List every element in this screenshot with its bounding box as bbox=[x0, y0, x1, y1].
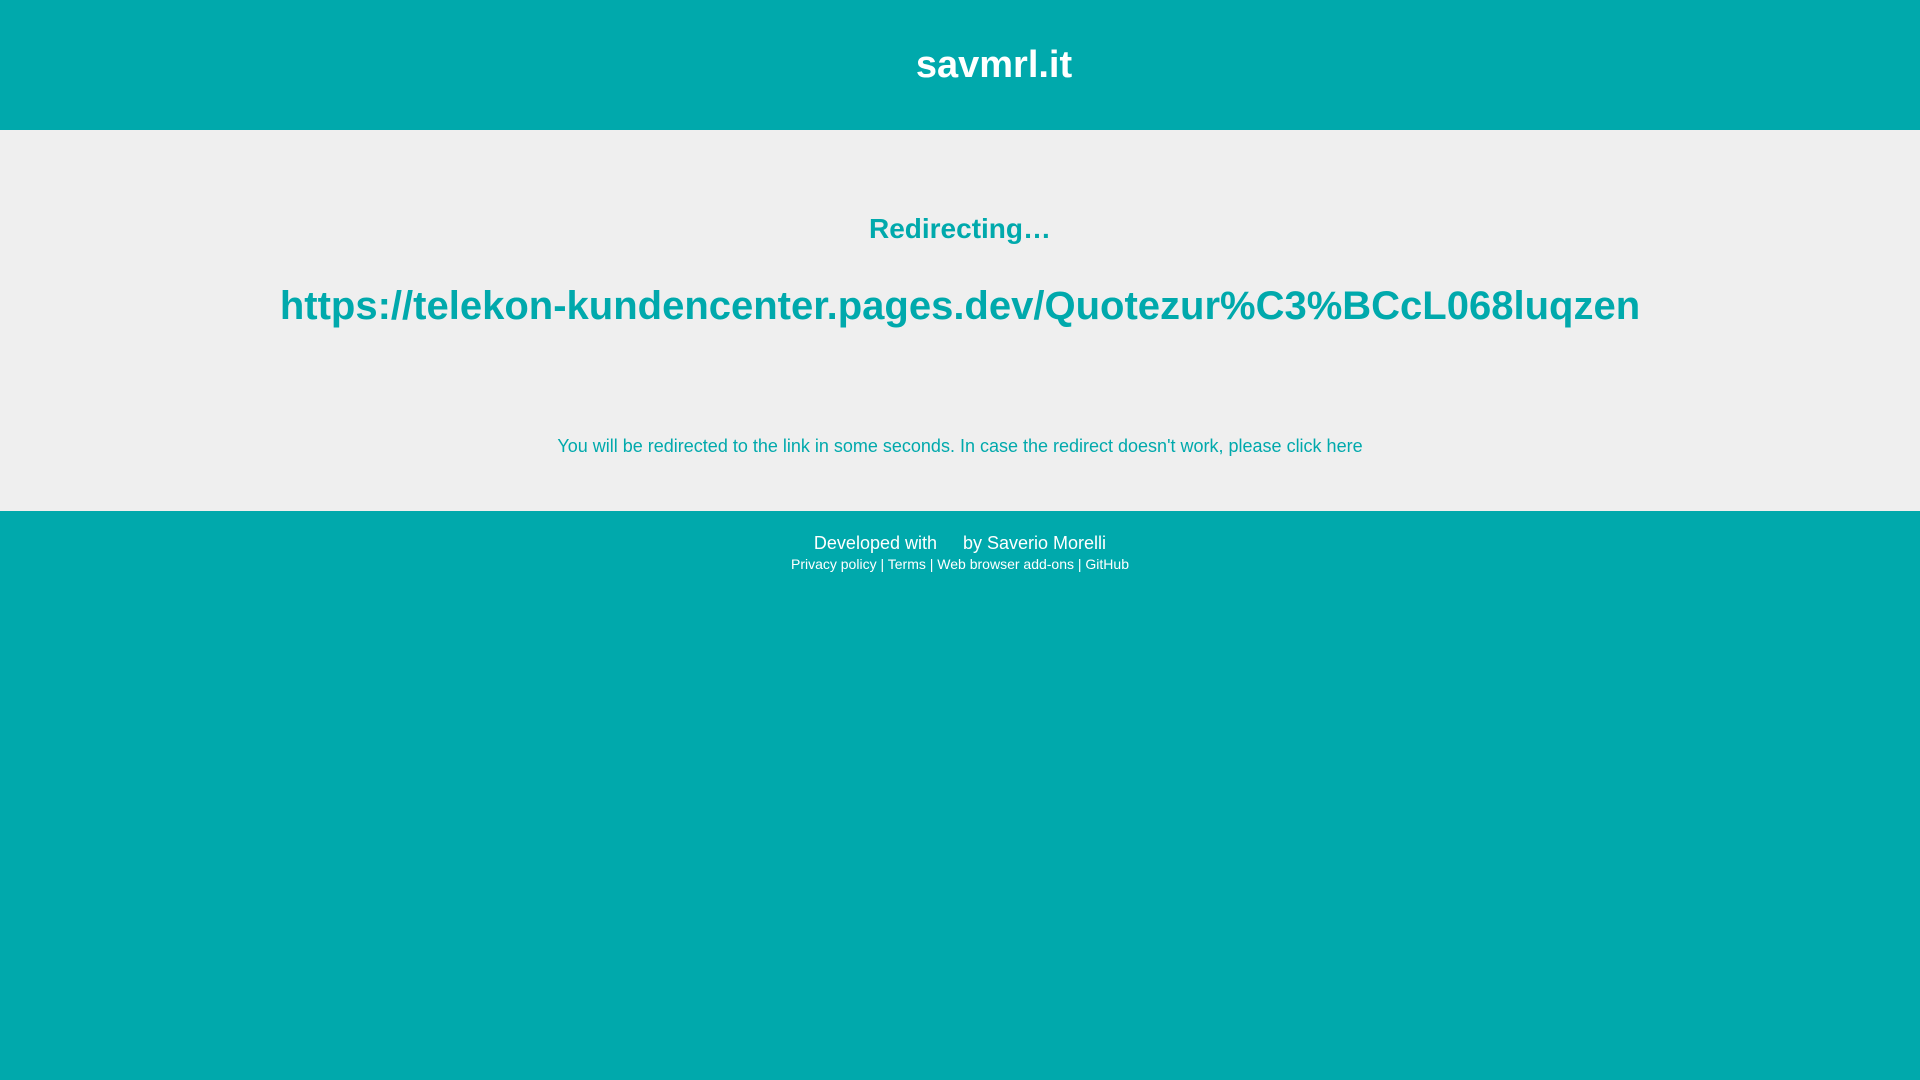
site-title-link[interactable]: savmrl.it bbox=[0, 43, 1920, 87]
redirect-panel: Redirecting… https://telekon-kundencente… bbox=[0, 130, 1920, 511]
site-footer: Developed with by Saverio Morelli Privacy… bbox=[0, 511, 1920, 1080]
developed-with-text: Developed with bbox=[813, 533, 937, 553]
redirect-notice: You will be redirected to the link in so… bbox=[0, 435, 1920, 457]
by-text: by bbox=[963, 533, 988, 553]
link-separator: | bbox=[929, 556, 934, 572]
privacy-policy-link[interactable]: Privacy policy bbox=[791, 556, 877, 572]
redirect-notice-text: You will be redirected to the link in so… bbox=[557, 436, 1287, 456]
site-header: savmrl.it bbox=[0, 0, 1920, 130]
footer-credit: Developed with by Saverio Morelli bbox=[0, 532, 1920, 554]
link-separator: | bbox=[880, 556, 885, 572]
web-browser-addons-link[interactable]: Web browser add-ons bbox=[937, 556, 1074, 572]
target-url-link[interactable]: https://telekon-kundencenter.pages.dev/Q… bbox=[0, 282, 1920, 330]
redirecting-heading: Redirecting… bbox=[868, 213, 1052, 244]
click-here-link[interactable]: click here bbox=[1287, 436, 1363, 456]
author-link[interactable]: Saverio Morelli bbox=[987, 533, 1106, 553]
footer-links: Privacy policy | Terms | Web browser add… bbox=[0, 555, 1920, 573]
github-link[interactable]: GitHub bbox=[1085, 556, 1129, 572]
terms-link[interactable]: Terms bbox=[888, 556, 926, 572]
link-separator: | bbox=[1077, 556, 1082, 572]
